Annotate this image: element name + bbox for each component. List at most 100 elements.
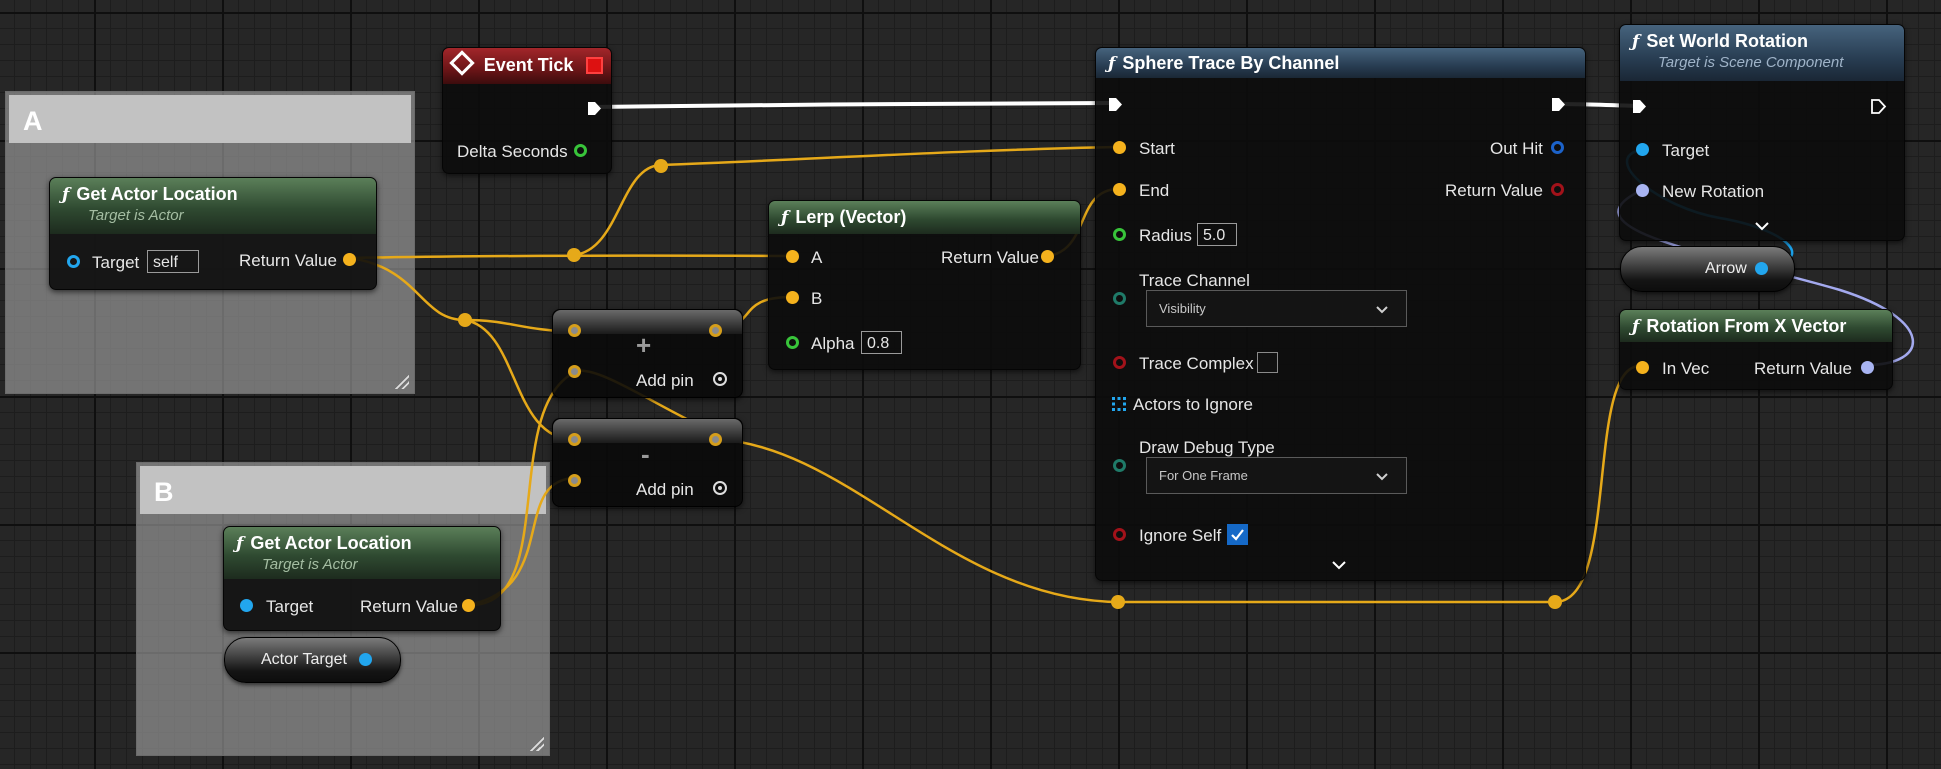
lerp-alpha-label: Alpha	[811, 334, 855, 353]
trace-channel-value: Visibility	[1159, 301, 1206, 316]
add-output-pin[interactable]	[709, 324, 722, 337]
add-node[interactable]: + Add pin	[552, 309, 743, 398]
node-title: Set World Rotation	[1646, 31, 1808, 51]
add-input-pin-b[interactable]	[568, 365, 581, 378]
target-pin[interactable]	[240, 599, 253, 612]
get-actor-location-node-a[interactable]: ƒ Get Actor Location Target is Actor Targ…	[49, 177, 377, 290]
subtract-input-pin-a[interactable]	[568, 433, 581, 446]
expand-chevron-icon[interactable]	[1755, 222, 1769, 231]
exec-out-pin-icon[interactable]	[1870, 98, 1887, 115]
target-pin[interactable]	[67, 255, 80, 268]
trace-channel-pin[interactable]	[1113, 292, 1126, 305]
draw-debug-type-pin[interactable]	[1113, 459, 1126, 472]
subtract-output-pin[interactable]	[709, 433, 722, 446]
exec-pin-icon[interactable]	[586, 100, 603, 117]
end-pin[interactable]	[1113, 183, 1126, 196]
node-title: Rotation From X Vector	[1646, 316, 1847, 336]
get-actor-location-node-b[interactable]: ƒ Get Actor Location Target is Actor Targ…	[223, 526, 501, 631]
reroute-knot[interactable]	[654, 159, 668, 173]
radius-value-field[interactable]: 5.0	[1197, 223, 1237, 246]
event-tick-node[interactable]: Event Tick Delta Seconds	[442, 47, 612, 174]
target-label: Target	[266, 597, 314, 616]
rotation-from-x-vector-node[interactable]: ƒ Rotation From X Vector In Vec Return Va…	[1619, 309, 1893, 390]
ignore-self-label: Ignore Self	[1139, 526, 1222, 545]
target-label: Target	[1662, 141, 1710, 160]
exec-in-pin-icon[interactable]	[1631, 98, 1648, 115]
draw-debug-type-label: Draw Debug Type	[1139, 438, 1275, 457]
return-value-pin[interactable]	[1551, 183, 1564, 196]
chevron-down-icon	[1376, 458, 1388, 493]
ignore-self-pin[interactable]	[1113, 528, 1126, 541]
node-title: Sphere Trace By Channel	[1122, 53, 1340, 73]
return-value-label: Return Value	[941, 248, 1039, 267]
lerp-vector-node[interactable]: ƒ Lerp (Vector) A Return Value B Alpha 0.…	[768, 200, 1081, 370]
trace-complex-checkbox[interactable]	[1257, 352, 1278, 373]
event-diamond-icon	[449, 50, 475, 76]
exec-in-pin-icon[interactable]	[1107, 96, 1124, 113]
array-pin-icon[interactable]	[1112, 397, 1126, 411]
delta-seconds-label: Delta Seconds	[457, 142, 568, 161]
arrow-variable-node[interactable]: Arrow	[1620, 246, 1795, 292]
reroute-knot[interactable]	[458, 313, 472, 327]
lerp-alpha-pin[interactable]	[786, 336, 799, 349]
radius-label: Radius	[1139, 226, 1192, 245]
expand-chevron-icon[interactable]	[1332, 561, 1346, 570]
out-hit-label: Out Hit	[1490, 139, 1543, 158]
subtract-input-pin-b[interactable]	[568, 474, 581, 487]
ignore-self-checkbox[interactable]	[1227, 524, 1248, 545]
node-subtitle: Target is Scene Component	[1658, 54, 1844, 71]
arrow-pin[interactable]	[1755, 262, 1768, 275]
add-pin-button[interactable]: Add pin	[636, 480, 694, 500]
chevron-down-icon	[1376, 291, 1388, 326]
actors-to-ignore-label: Actors to Ignore	[1133, 395, 1254, 414]
return-value-pin[interactable]	[1861, 361, 1874, 374]
lerp-a-label: A	[811, 248, 823, 267]
new-rotation-pin[interactable]	[1636, 184, 1649, 197]
add-pin-icon[interactable]	[713, 481, 727, 495]
draw-debug-type-value: For One Frame	[1159, 468, 1248, 483]
function-icon: ƒ	[236, 534, 244, 554]
return-value-pin[interactable]	[462, 599, 475, 612]
function-icon: ƒ	[1108, 54, 1116, 74]
exec-wire[interactable]	[591, 101, 1114, 109]
in-vec-label: In Vec	[1662, 359, 1710, 378]
draw-debug-type-dropdown[interactable]: For One Frame	[1146, 457, 1407, 494]
reroute-knot[interactable]	[1548, 595, 1562, 609]
alpha-value-field[interactable]: 0.8	[861, 331, 902, 354]
target-self-field[interactable]: self	[147, 250, 199, 273]
exec-out-pin-icon[interactable]	[1550, 96, 1567, 113]
add-pin-icon[interactable]	[713, 372, 727, 386]
trace-channel-dropdown[interactable]: Visibility	[1146, 290, 1407, 327]
function-icon: ƒ	[1632, 32, 1640, 52]
lerp-a-pin[interactable]	[786, 250, 799, 263]
event-delegate-icon[interactable]	[586, 57, 603, 74]
arrow-label: Arrow	[1705, 260, 1747, 277]
radius-pin[interactable]	[1113, 228, 1126, 241]
delta-seconds-pin[interactable]	[574, 144, 587, 157]
lerp-b-pin[interactable]	[786, 291, 799, 304]
set-world-rotation-node[interactable]: ƒ Set World Rotation Target is Scene Comp…	[1619, 24, 1905, 241]
function-icon: ƒ	[781, 208, 789, 228]
add-input-pin-a[interactable]	[568, 324, 581, 337]
in-vec-pin[interactable]	[1636, 361, 1649, 374]
return-value-pin[interactable]	[1041, 250, 1054, 263]
actor-target-pin[interactable]	[359, 653, 372, 666]
add-pin-button[interactable]: Add pin	[636, 371, 694, 391]
return-value-pin[interactable]	[343, 253, 356, 266]
checkmark-icon	[1231, 529, 1244, 541]
start-pin[interactable]	[1113, 141, 1126, 154]
return-value-label: Return Value	[239, 251, 337, 270]
trace-complex-pin[interactable]	[1113, 356, 1126, 369]
target-pin[interactable]	[1636, 143, 1649, 156]
subtract-node[interactable]: - Add pin	[552, 418, 743, 507]
actor-target-label: Actor Target	[261, 651, 347, 668]
reroute-knot[interactable]	[1111, 595, 1125, 609]
actor-target-variable-node[interactable]: Actor Target	[224, 637, 401, 683]
end-label: End	[1139, 181, 1170, 200]
reroute-knot[interactable]	[567, 248, 581, 262]
out-hit-pin[interactable]	[1551, 141, 1564, 154]
node-title: Get Actor Location	[76, 184, 238, 204]
trace-channel-label: Trace Channel	[1139, 271, 1250, 290]
sphere-trace-node[interactable]: ƒ Sphere Trace By Channel Start Out Hit E…	[1095, 47, 1586, 581]
subtract-operator-icon: -	[641, 439, 650, 469]
